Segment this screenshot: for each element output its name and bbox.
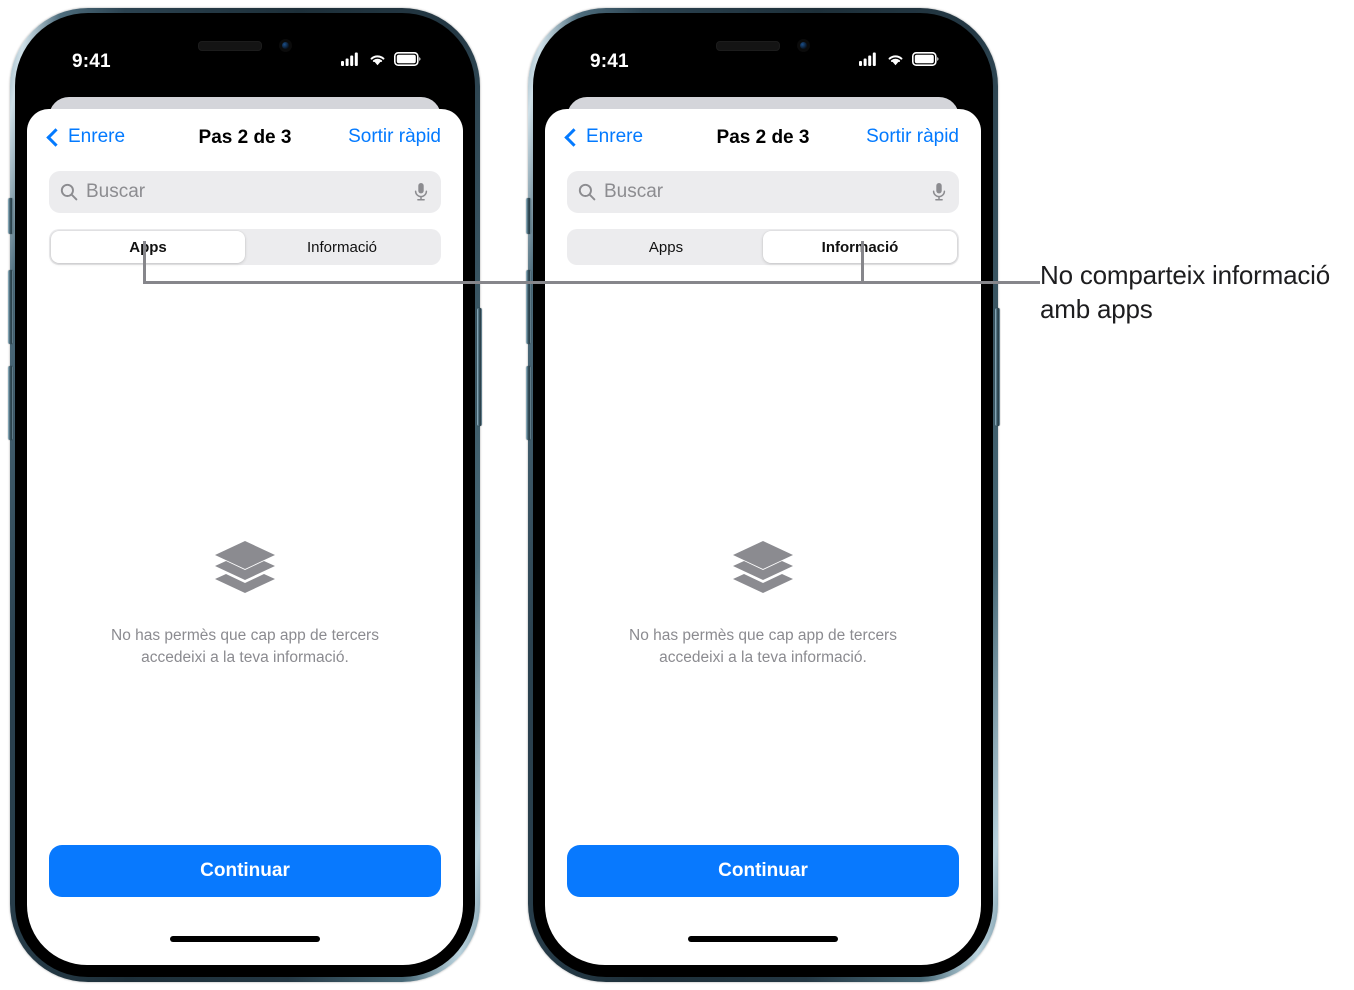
empty-state: No has permès que cap app de tercers acc…	[27, 539, 463, 669]
status-time: 9:41	[72, 51, 111, 72]
status-bar: 9:41	[545, 25, 981, 93]
wifi-icon	[370, 55, 385, 66]
search-icon	[60, 183, 78, 201]
volume-down-button[interactable]	[8, 366, 13, 440]
volume-up-button[interactable]	[8, 270, 13, 344]
phone-mockup-left: 9:41 Enrere Pas 2 de 3 Sortir ràpid Busc…	[8, 8, 482, 982]
empty-state-message: No has permès que cap app de tercers acc…	[629, 627, 897, 666]
tab-informacio[interactable]: Informació	[245, 231, 439, 263]
home-indicator[interactable]	[688, 936, 838, 942]
nav-bar: Enrere Pas 2 de 3 Sortir ràpid	[27, 109, 463, 167]
segmented-control[interactable]: Apps Informació	[49, 229, 441, 265]
phone-screen-right: 9:41 Enrere Pas 2 de 3 Sortir ràpid Busc…	[545, 25, 981, 965]
search-input[interactable]: Buscar	[49, 171, 441, 213]
search-placeholder: Buscar	[86, 181, 146, 202]
home-indicator[interactable]	[170, 936, 320, 942]
nav-bar: Enrere Pas 2 de 3 Sortir ràpid	[545, 109, 981, 167]
modal-sheet: Enrere Pas 2 de 3 Sortir ràpid Buscar Ap…	[545, 109, 981, 965]
battery-icon	[394, 52, 421, 66]
quick-exit-button[interactable]: Sortir ràpid	[866, 126, 959, 148]
modal-sheet: Enrere Pas 2 de 3 Sortir ràpid Buscar Ap…	[27, 109, 463, 965]
status-bar: 9:41	[27, 25, 463, 93]
stack-layers-icon	[733, 541, 793, 593]
cellular-signal-icon	[859, 52, 876, 66]
tab-informacio[interactable]: Informació	[763, 231, 957, 263]
callout-label: No comparteix informació amb apps	[1040, 260, 1330, 325]
search-input[interactable]: Buscar	[567, 171, 959, 213]
continue-button[interactable]: Continuar	[49, 845, 441, 897]
status-time: 9:41	[590, 51, 629, 72]
empty-state: No has permès que cap app de tercers acc…	[545, 539, 981, 669]
tab-apps[interactable]: Apps	[51, 231, 245, 263]
segmented-control[interactable]: Apps Informació	[567, 229, 959, 265]
phone-screen-left: 9:41 Enrere Pas 2 de 3 Sortir ràpid Busc…	[27, 25, 463, 965]
power-button[interactable]	[477, 308, 482, 426]
search-placeholder: Buscar	[604, 181, 664, 202]
status-indicators	[859, 52, 939, 66]
continue-button[interactable]: Continuar	[567, 845, 959, 897]
power-button[interactable]	[995, 308, 1000, 426]
microphone-icon[interactable]	[413, 182, 429, 202]
tab-apps[interactable]: Apps	[569, 231, 763, 263]
status-indicators	[341, 52, 421, 66]
mute-switch-button[interactable]	[526, 198, 531, 234]
quick-exit-button[interactable]: Sortir ràpid	[348, 126, 441, 148]
phone-mockup-right: 9:41 Enrere Pas 2 de 3 Sortir ràpid Busc…	[526, 8, 1000, 982]
microphone-icon[interactable]	[931, 182, 947, 202]
empty-state-message: No has permès que cap app de tercers acc…	[111, 627, 379, 666]
search-icon	[578, 183, 596, 201]
cellular-signal-icon	[341, 52, 358, 66]
mute-switch-button[interactable]	[8, 198, 13, 234]
wifi-icon	[888, 55, 903, 66]
stack-layers-icon	[215, 541, 275, 593]
volume-down-button[interactable]	[526, 366, 531, 440]
battery-icon	[912, 52, 939, 66]
volume-up-button[interactable]	[526, 270, 531, 344]
